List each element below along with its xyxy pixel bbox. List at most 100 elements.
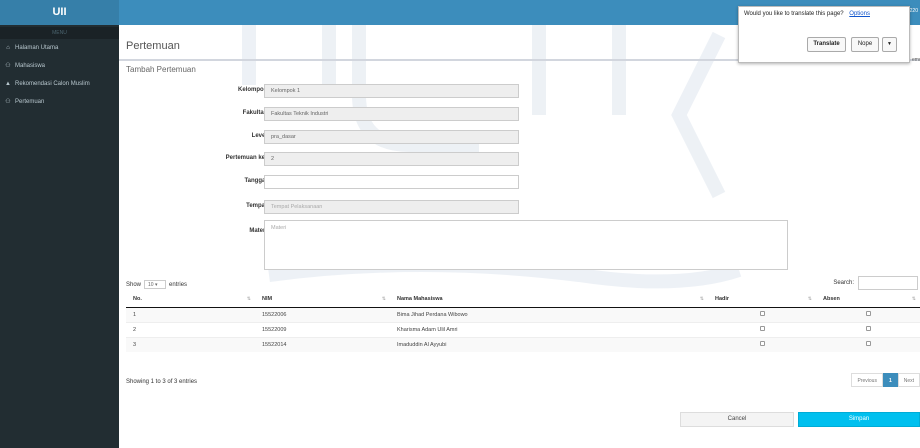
sidebar: MENU ⌂ Halaman Utama ⚇ Mahasiswa ▲ Rekom… — [0, 25, 119, 448]
table-header-row: No. ⇅ NIM ⇅ Nama Mahasiswa ⇅ Hadir ⇅ Absen ⇅ — [126, 292, 920, 308]
sidebar-item-pertemuan[interactable]: ⚇ Pertemuan — [0, 93, 119, 111]
users-icon: ⚇ — [5, 63, 11, 69]
header-label: NIM — [262, 296, 273, 303]
sidebar-item-halaman-utama[interactable]: ⌂ Halaman Utama — [0, 39, 119, 57]
table-row: 1 15522006 Bima Jihad Perdana Wibowo — [126, 306, 920, 322]
entries-select[interactable]: 10 ▾ — [144, 280, 167, 289]
table-search: Search: — [833, 276, 918, 290]
previous-page-button[interactable]: Previous — [851, 373, 883, 387]
absen-checkbox[interactable] — [865, 326, 871, 331]
cell-hadir — [708, 336, 816, 352]
pertemuan-label: Pertemuan ke- — [225, 155, 267, 161]
fakultas-field[interactable]: Fakultas Teknik Industri — [264, 107, 519, 121]
topbar-user-text[interactable]: 220 — [910, 8, 918, 14]
column-header-nama[interactable]: Nama Mahasiswa ⇅ — [390, 292, 708, 308]
header-label: Nama Mahasiswa — [397, 296, 443, 303]
translate-question: Would you like to translate this page? O… — [744, 11, 870, 17]
table-row: 2 15522009 Kharisma Adam Ulil Amri — [126, 321, 920, 337]
header-label: Absen — [823, 296, 840, 303]
kelompok-field[interactable]: Kelompok 1 — [264, 84, 519, 98]
column-header-absen[interactable]: Absen ⇅ — [816, 292, 920, 308]
sort-icon: ⇅ — [246, 296, 251, 302]
page-1-button[interactable]: 1 — [882, 373, 898, 387]
translate-button[interactable]: Translate — [807, 37, 846, 52]
translate-options-link[interactable]: Options — [849, 11, 870, 17]
header-label: No. — [133, 296, 142, 303]
topbar-user-label: emu — [912, 57, 920, 63]
header-label: Hadir — [715, 296, 730, 303]
form-row-tanggal: Tanggal — [119, 175, 920, 189]
sidebar-header: MENU — [0, 27, 119, 39]
form-row-fakultas: Fakultas Fakultas Teknik Industri — [119, 107, 920, 121]
search-label: Search: — [833, 280, 854, 286]
sidebar-item-rekomendasi[interactable]: ▲ Rekomendasi Calon Muslim — [0, 75, 119, 93]
table-info: Showing 1 to 3 of 3 entries — [126, 379, 198, 385]
users-icon: ⚇ — [5, 99, 11, 105]
tanggal-input[interactable] — [264, 175, 519, 189]
pertemuan-field[interactable]: 2 — [264, 152, 519, 166]
translate-dropdown-button[interactable]: ▼ — [882, 37, 897, 52]
tempat-input[interactable]: Tempat Pelaksanaan — [264, 200, 519, 214]
sidebar-item-mahasiswa[interactable]: ⚇ Mahasiswa — [0, 57, 119, 75]
form-row-level: Level pra_dasar — [119, 130, 920, 144]
level-field[interactable]: pra_dasar — [264, 130, 519, 144]
next-page-button[interactable]: Next — [897, 373, 920, 387]
column-header-no[interactable]: No. ⇅ — [126, 292, 255, 308]
cell-nim: 15522009 — [255, 321, 390, 337]
cell-no: 1 — [126, 306, 255, 322]
hadir-checkbox[interactable] — [759, 311, 765, 316]
cell-nim: 15522006 — [255, 306, 390, 322]
cell-no: 3 — [126, 336, 255, 352]
graduation-icon: ▲ — [5, 81, 11, 87]
show-label: Show — [126, 281, 142, 288]
home-icon: ⌂ — [6, 45, 10, 51]
kelompok-label: Kelompok — [237, 87, 267, 93]
sort-icon: ⇅ — [911, 296, 916, 302]
main-content: Pertemuan Tambah Pertemuan Kelompok Kelo… — [119, 25, 920, 448]
form-row-pertemuan: Pertemuan ke- 2 — [119, 152, 920, 166]
hadir-checkbox[interactable] — [759, 326, 765, 331]
translate-question-text: Would you like to translate this page? — [744, 11, 844, 17]
cell-nim: 15522014 — [255, 336, 390, 352]
cell-nama: Imaduddin Al Ayyubi — [390, 336, 708, 352]
cell-nama: Bima Jihad Perdana Wibowo — [390, 306, 708, 322]
materi-textarea[interactable]: Materi — [264, 220, 788, 270]
cancel-button[interactable]: Cancel — [680, 412, 794, 427]
chevron-down-icon: ▼ — [887, 41, 892, 47]
form-row-kelompok: Kelompok Kelompok 1 — [119, 84, 920, 98]
page-title: Pertemuan — [126, 40, 180, 52]
absen-checkbox[interactable] — [865, 341, 871, 347]
section-title: Tambah Pertemuan — [126, 65, 196, 74]
app-logo[interactable]: UII — [0, 0, 119, 25]
cell-hadir — [708, 306, 816, 322]
sidebar-item-label: Halaman Utama — [15, 45, 59, 51]
cell-absen — [816, 306, 920, 322]
pagination: Previous 1 Next — [851, 373, 920, 387]
column-header-nim[interactable]: NIM ⇅ — [255, 292, 390, 308]
sidebar-item-label: Mahasiswa — [15, 63, 46, 69]
entries-value: 10 — [148, 282, 154, 288]
translate-popup: Would you like to translate this page? O… — [738, 6, 910, 63]
sort-icon: ⇅ — [381, 296, 386, 302]
absen-checkbox[interactable] — [865, 311, 871, 316]
sidebar-item-label: Rekomendasi Calon Muslim — [15, 81, 90, 87]
cell-nama: Kharisma Adam Ulil Amri — [390, 321, 708, 337]
nope-button[interactable]: Nope — [851, 37, 879, 52]
table-row: 3 15522014 Imaduddin Al Ayyubi — [126, 336, 920, 352]
column-header-hadir[interactable]: Hadir ⇅ — [708, 292, 816, 308]
sort-icon: ⇅ — [699, 296, 704, 302]
save-button[interactable]: Simpan — [798, 412, 920, 427]
cell-absen — [816, 336, 920, 352]
entries-label: entries — [169, 281, 188, 288]
cell-no: 2 — [126, 321, 255, 337]
search-input[interactable] — [858, 276, 918, 290]
hadir-checkbox[interactable] — [759, 341, 765, 347]
attendance-table: No. ⇅ NIM ⇅ Nama Mahasiswa ⇅ Hadir ⇅ Absen ⇅ … — [126, 292, 920, 352]
cell-absen — [816, 321, 920, 337]
sidebar-item-label: Pertemuan — [15, 99, 45, 105]
cell-hadir — [708, 321, 816, 337]
topbar-number: 220 — [909, 8, 918, 14]
sort-icon: ⇅ — [807, 296, 812, 302]
form-row-tempat: Tempat Tempat Pelaksanaan — [119, 200, 920, 214]
table-length-control: Show 10 ▾ entries — [126, 280, 187, 289]
